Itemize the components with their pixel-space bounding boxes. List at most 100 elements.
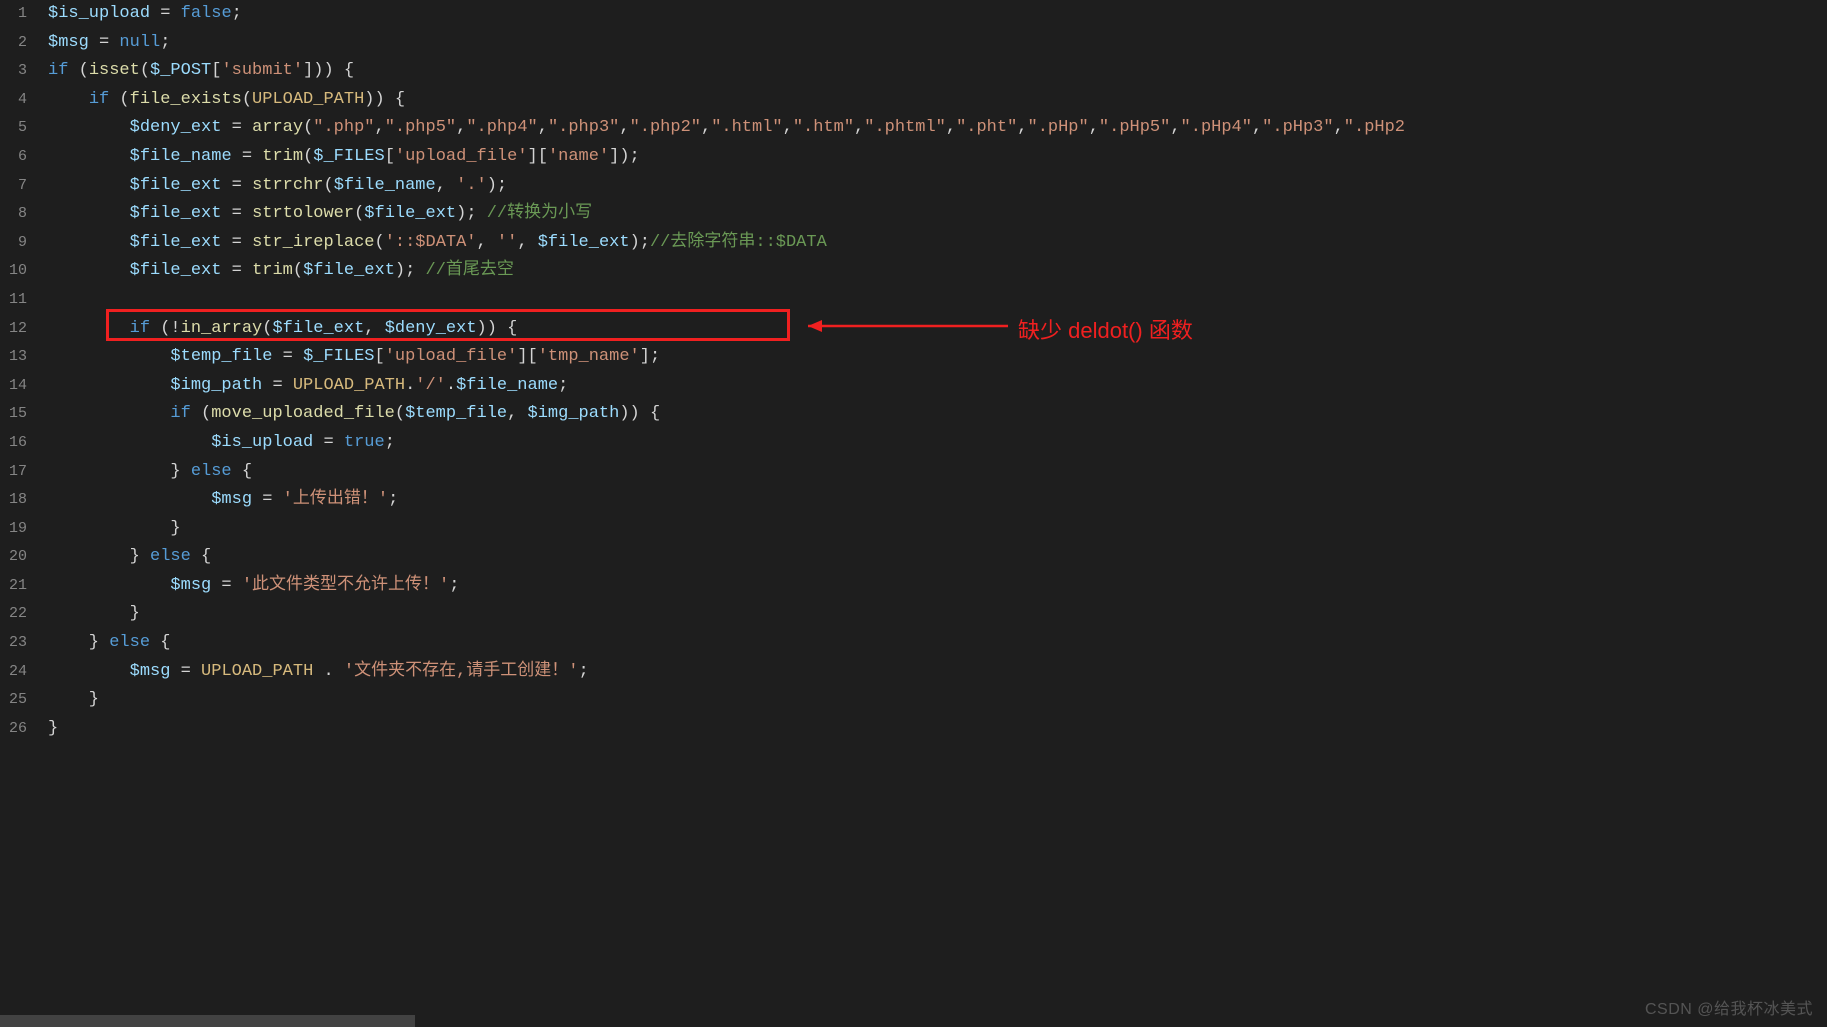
code-token: $is_upload [211,433,313,452]
code-token: $deny_ext [130,118,222,137]
code-token: ".pHp4" [1181,118,1252,137]
code-token: $img_path [528,404,620,423]
code-token: '此文件类型不允许上传！' [242,576,449,595]
code-token: = [221,233,252,252]
code-token: file_exists [130,90,242,109]
code-token: ; [388,490,398,509]
code-token: ); [630,233,650,252]
code-line[interactable]: } else { [48,543,1827,572]
line-number: 1 [0,0,33,29]
line-number: 8 [0,200,33,229]
code-token: = [272,347,303,366]
line-number: 7 [0,172,33,201]
code-token: = [89,33,120,52]
code-token: ".php2" [630,118,701,137]
code-token: ; [558,376,568,395]
code-token: 'upload_file' [395,147,528,166]
code-token: ".phtml" [864,118,946,137]
code-line[interactable]: if (move_uploaded_file($temp_file, $img_… [48,400,1827,429]
code-token: [ [211,61,221,80]
code-token: $is_upload [48,4,150,23]
code-token: = [313,433,344,452]
code-token: if [89,90,109,109]
code-area[interactable]: $is_upload = false;$msg = null;if (isset… [34,0,1827,1027]
code-line[interactable]: } [48,686,1827,715]
code-token: = [232,147,263,166]
code-line[interactable]: $msg = UPLOAD_PATH . '文件夹不存在,请手工创建！'; [48,658,1827,687]
code-line[interactable]: $file_name = trim($_FILES['upload_file']… [48,143,1827,172]
code-line[interactable]: } [48,715,1827,744]
code-token: , [517,233,537,252]
code-token [48,662,130,681]
code-token: $msg [48,33,89,52]
code-token: //转换为小写 [487,204,592,223]
code-token: )) { [364,90,405,109]
code-line[interactable]: $msg = '此文件类型不允许上传！'; [48,572,1827,601]
code-line[interactable]: } [48,515,1827,544]
code-token: ); [456,204,487,223]
code-token: $temp_file [405,404,507,423]
line-number: 2 [0,29,33,58]
code-token: '文件夹不存在,请手工创建！' [344,662,579,681]
code-token: , [1089,118,1099,137]
code-line[interactable]: } [48,600,1827,629]
code-token: //首尾去空 [426,261,514,280]
code-token: = [221,118,252,137]
code-line[interactable]: $file_ext = strtolower($file_ext); //转换为… [48,200,1827,229]
code-token: UPLOAD_PATH [293,376,405,395]
code-token: trim [262,147,303,166]
code-token: ; [160,33,170,52]
code-token: ".php5" [385,118,456,137]
code-line[interactable]: $is_upload = true; [48,429,1827,458]
code-token: $msg [170,576,211,595]
code-token: isset [89,61,140,80]
code-line[interactable]: } else { [48,458,1827,487]
line-number: 22 [0,600,33,629]
code-token: '::$DATA' [385,233,477,252]
line-number: 3 [0,57,33,86]
code-line[interactable]: $deny_ext = array(".php",".php5",".php4"… [48,114,1827,143]
line-number: 10 [0,257,33,286]
code-token: $file_ext [364,204,456,223]
code-token: ( [109,90,129,109]
code-token: $file_ext [130,233,222,252]
code-token: 'upload_file' [385,347,518,366]
line-number-gutter: 1234567891011121314151617181920212223242… [0,0,34,1027]
code-token: ( [374,233,384,252]
code-line[interactable]: $file_ext = trim($file_ext); //首尾去空 [48,257,1827,286]
code-token: } [48,633,109,652]
code-token: = [252,490,283,509]
code-token: , [783,118,793,137]
horizontal-scrollbar[interactable] [0,1015,415,1027]
code-token: } [48,719,58,738]
code-line[interactable]: $msg = null; [48,29,1827,58]
code-token: ); [395,261,426,280]
code-token: , [854,118,864,137]
code-token [48,261,130,280]
line-number: 14 [0,372,33,401]
code-line[interactable]: $is_upload = false; [48,0,1827,29]
code-token [48,433,211,452]
code-token: } [48,462,191,481]
code-token: { [191,547,211,566]
line-number: 6 [0,143,33,172]
code-token: trim [252,261,293,280]
code-line[interactable]: } else { [48,629,1827,658]
code-token: , [375,118,385,137]
code-token: $msg [211,490,252,509]
line-number: 4 [0,86,33,115]
code-token: strtolower [252,204,354,223]
code-token: $file_name [456,376,558,395]
line-number: 19 [0,515,33,544]
code-line[interactable]: $temp_file = $_FILES['upload_file']['tmp… [48,343,1827,372]
code-line[interactable]: $file_ext = str_ireplace('::$DATA', '', … [48,229,1827,258]
code-line[interactable]: if (isset($_POST['submit'])) { [48,57,1827,86]
code-token: null [119,33,160,52]
code-line[interactable]: $msg = '上传出错！'; [48,486,1827,515]
code-token: false [181,4,232,23]
code-line[interactable]: if (file_exists(UPLOAD_PATH)) { [48,86,1827,115]
code-token [48,204,130,223]
code-line[interactable]: $img_path = UPLOAD_PATH.'/'.$file_name; [48,372,1827,401]
code-line[interactable]: $file_ext = strrchr($file_name, '.'); [48,172,1827,201]
code-token: , [436,176,456,195]
